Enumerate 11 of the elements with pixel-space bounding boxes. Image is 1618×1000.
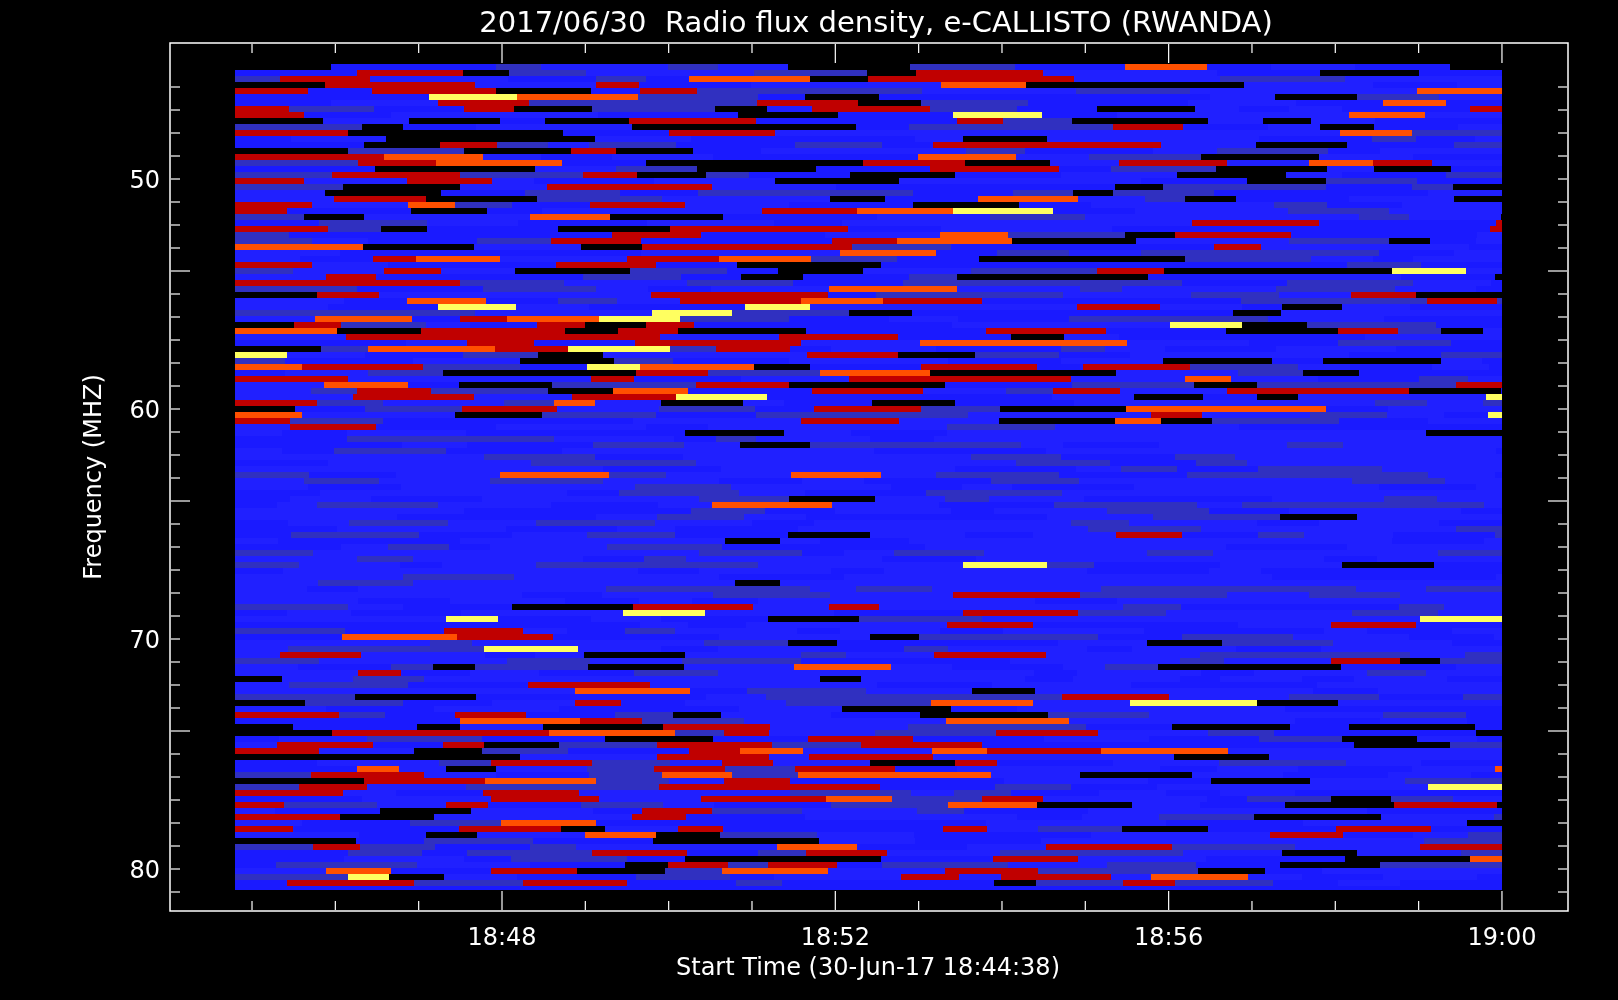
x-tick-label: 18:48	[467, 923, 537, 951]
y-axis-label: Frequency (MHZ)	[79, 374, 107, 580]
x-axis-label: Start Time (30-Jun-17 18:44:38)	[676, 953, 1060, 981]
y-tick-label: 60	[129, 396, 160, 424]
y-tick-label: 50	[129, 166, 160, 194]
x-tick-label: 18:52	[800, 923, 870, 951]
x-tick-label: 19:00	[1467, 923, 1537, 951]
y-tick-label: 70	[129, 626, 160, 654]
chart-title: 2017/06/30 Radio flux density, e-CALLISTO (RWANDA)	[479, 5, 1273, 39]
x-tick-label: 18:56	[1134, 923, 1204, 951]
y-tick-label: 80	[129, 856, 160, 884]
